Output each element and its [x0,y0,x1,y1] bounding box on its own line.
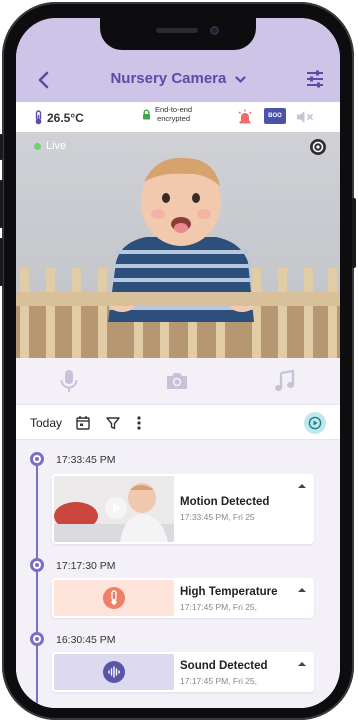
sound-wave-icon [103,661,125,683]
live-video-feed[interactable]: Live [16,132,340,358]
encryption-line-2: encrypted [157,114,191,123]
filter-button[interactable] [104,414,122,432]
event-timeline: 17:33:45 PM Motion Detected 17:33:45 PM,… [16,440,340,708]
event-title: Sound Detected [180,660,268,672]
boost-label: BOO [268,113,282,119]
media-controls [16,358,340,404]
live-label: Live [46,140,67,152]
calendar-button[interactable] [74,414,92,432]
live-dot [34,142,41,150]
sliders-icon [307,70,323,88]
event-time: 16:30:45 PM [56,634,116,646]
phone-frame: Nursery Camera 26.5°C End-to-end encrypt… [0,2,356,720]
timeline-marker [30,632,44,646]
event-subtitle: 17:33:45 PM, Fri 25 [180,512,255,522]
music-note-icon [275,369,295,391]
chevron-down-icon [234,71,246,88]
collapse-caret-icon[interactable] [298,588,306,592]
timeline-marker [30,452,44,466]
notch [100,18,256,50]
boost-button[interactable]: BOO [264,108,286,124]
camera-icon [167,373,187,389]
motion-thumbnail[interactable] [54,476,174,542]
more-options-button[interactable] [130,414,148,432]
camera-selector[interactable]: Nursery Camera [16,70,340,88]
alarm-button[interactable] [236,108,254,126]
talk-button[interactable] [56,368,82,394]
timeline-marker [30,558,44,572]
power-button [352,198,356,268]
encryption-line-1: End-to-end [155,105,193,114]
collapse-caret-icon[interactable] [298,662,306,666]
filter-icon [106,417,120,430]
thermometer-alert-icon [103,587,125,609]
target-icon [310,139,326,155]
event-card-temperature[interactable]: High Temperature 17:17:45 PM, Fri 25, [52,578,314,618]
live-indicator: Live [34,140,66,152]
event-time: 17:33:45 PM [56,454,116,466]
volume-down-button [0,238,3,286]
baby-image [108,157,256,322]
event-card-sound[interactable]: Sound Detected 17:17:45 PM, Fri 25, [52,652,314,692]
encryption-status: End-to-end encrypted [142,105,192,123]
fullscreen-button[interactable] [308,137,328,157]
event-title: Motion Detected [180,496,270,508]
event-subtitle: 17:17:45 PM, Fri 25, [180,676,258,686]
page-title: Nursery Camera [110,70,227,87]
event-time: 17:17:30 PM [56,560,116,572]
earpiece [156,28,198,33]
event-subtitle: 17:17:45 PM, Fri 25, [180,602,258,612]
speaker-mute-button[interactable] [294,108,316,126]
siren-icon [238,109,252,124]
sound-thumbnail [54,654,174,690]
jump-to-live-button[interactable] [304,412,326,434]
event-card-motion[interactable]: Motion Detected 17:33:45 PM, Fri 25 [52,474,314,544]
device-status-bar: 26.5°C End-to-end encrypted BOO [16,102,340,132]
baby-thumbnail-image [54,476,174,542]
temperature-thumbnail [54,580,174,616]
lullaby-button[interactable] [272,368,298,394]
timeline-filter-bar: Today [16,404,340,440]
event-title: High Temperature [180,586,278,598]
history-play-icon [308,416,322,430]
thermometer-icon [35,110,42,125]
temperature-readout: 26.5°C [34,110,84,125]
calendar-icon [76,416,90,430]
more-vertical-icon [137,416,141,430]
temperature-value: 26.5°C [47,110,84,125]
microphone-icon [60,370,78,392]
timeline-line [36,458,38,708]
speaker-mute-icon [297,111,314,123]
today-label[interactable]: Today [30,416,62,430]
lock-icon [143,109,150,119]
settings-button[interactable] [304,68,326,90]
volume-up-button [0,180,3,228]
snapshot-button[interactable] [164,368,190,394]
crib-rail [16,292,340,306]
app-screen: Nursery Camera 26.5°C End-to-end encrypt… [16,18,340,708]
mute-switch [0,134,3,160]
front-camera [210,26,219,35]
collapse-caret-icon[interactable] [298,484,306,488]
